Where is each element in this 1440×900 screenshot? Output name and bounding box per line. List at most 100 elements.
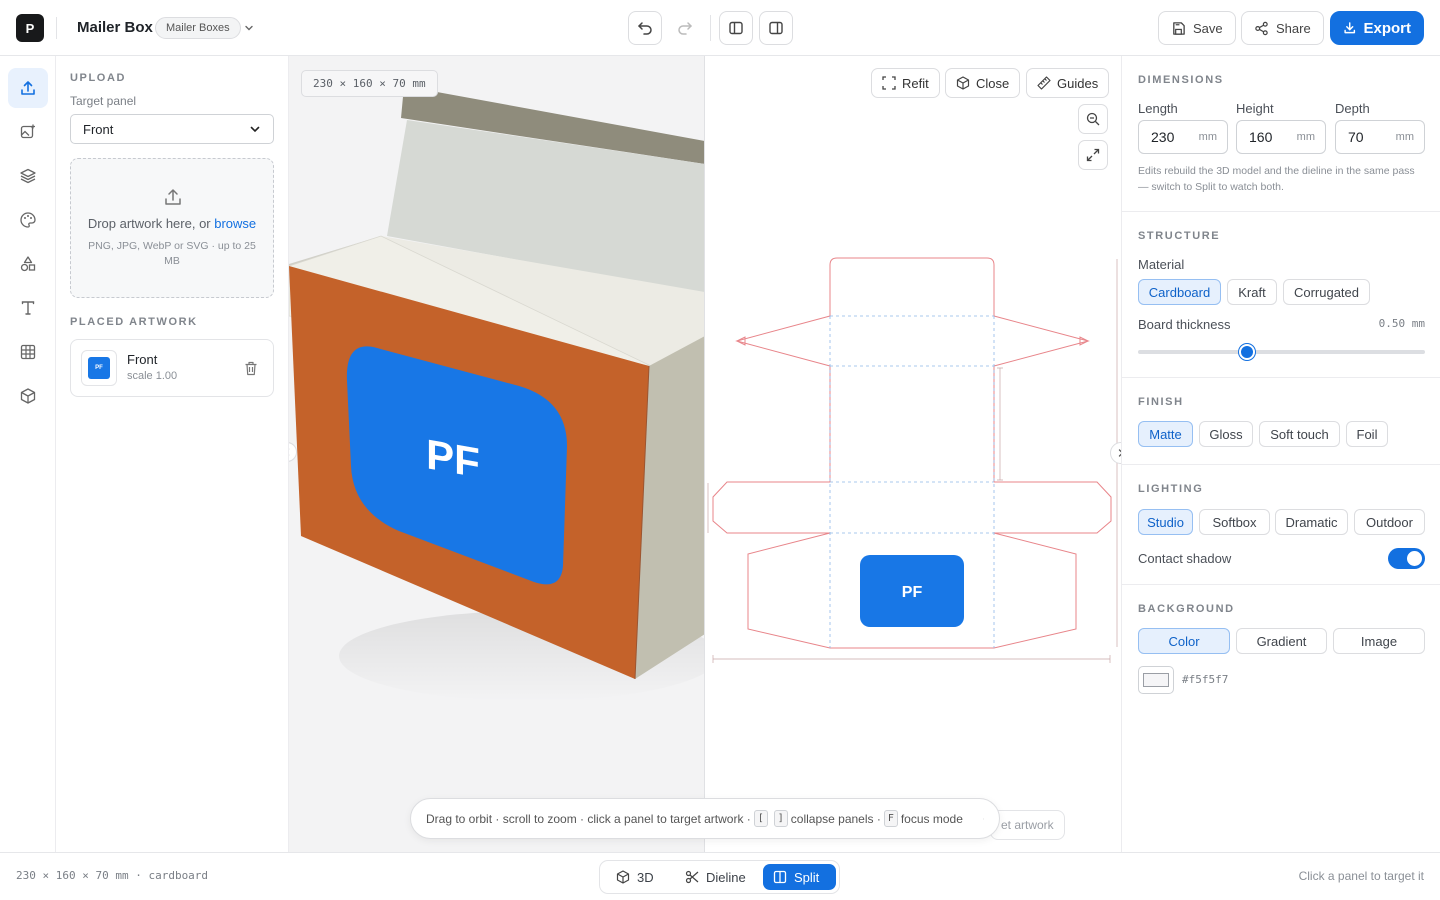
mode-split-label: Split	[794, 869, 820, 885]
box-3d-render[interactable]: PF	[289, 56, 705, 852]
layers-icon	[20, 168, 36, 184]
rail-box[interactable]	[8, 376, 48, 416]
upload-section-title: UPLOAD	[70, 72, 127, 84]
finish-foil[interactable]: Foil	[1346, 421, 1388, 447]
close-icon[interactable]	[983, 814, 984, 824]
hint-text-2: collapse panels ·	[790, 811, 881, 826]
height-value: 160	[1249, 129, 1273, 145]
dimensions-note: Edits rebuild the 3D model and the dieli…	[1138, 165, 1415, 193]
upload-icon	[21, 81, 35, 95]
lighting-title: LIGHTING	[1138, 483, 1204, 495]
viewport-dieline[interactable]: Refit Close Guides PF	[705, 56, 1121, 852]
length-input[interactable]: 230 mm	[1138, 120, 1228, 154]
grid-icon	[20, 344, 36, 360]
rail-grid[interactable]	[8, 332, 48, 372]
finish-section: FINISH Matte Gloss Soft touch Foil	[1122, 378, 1440, 465]
toggle-right-panel-button[interactable]	[759, 11, 793, 45]
length-value: 230	[1151, 129, 1175, 145]
mode-3d-button[interactable]: 3D	[606, 864, 664, 890]
top-bar: P Mailer Box Mailer Boxes Save Share Exp…	[0, 0, 1440, 56]
split-view-icon	[773, 870, 787, 884]
toggle-left-panel-button[interactable]	[719, 11, 753, 45]
finish-matte[interactable]: Matte	[1138, 421, 1193, 447]
contact-shadow-label: Contact shadow	[1138, 551, 1232, 566]
board-thickness-slider[interactable]	[1138, 350, 1425, 354]
finish-title: FINISH	[1138, 396, 1184, 408]
background-image[interactable]: Image	[1333, 628, 1425, 654]
background-color[interactable]: Color	[1138, 628, 1230, 654]
height-label: Height	[1236, 101, 1274, 116]
redo-icon	[678, 22, 692, 35]
mode-dieline-button[interactable]: Dieline	[675, 864, 756, 890]
board-thickness-thumb[interactable]	[1239, 344, 1256, 360]
target-panel-select[interactable]: Front	[70, 114, 274, 144]
undo-icon	[638, 22, 652, 35]
export-button[interactable]: Export	[1330, 11, 1424, 45]
hint-text-1: Drag to orbit · scroll to zoom · click a…	[426, 811, 751, 826]
lighting-dramatic[interactable]: Dramatic	[1275, 509, 1348, 535]
rail-add-image[interactable]	[8, 112, 48, 152]
target-hint: Click a panel to target it	[1298, 869, 1424, 883]
sidebar-right-icon	[769, 21, 783, 35]
board-thickness-value: 0.50 mm	[1378, 317, 1425, 330]
artwork-name: Front	[127, 352, 158, 367]
finish-gloss[interactable]: Gloss	[1199, 421, 1253, 447]
drop-file-hint: PNG, JPG, WebP or SVG · up to 25 MB	[88, 240, 256, 267]
lighting-studio[interactable]: Studio	[1138, 509, 1193, 535]
left-panel: UPLOAD Target panel Front Drop artwork h…	[56, 56, 289, 852]
placed-artwork-item[interactable]: PF Front scale 1.00	[70, 339, 274, 397]
material-corrugated[interactable]: Corrugated	[1283, 279, 1370, 305]
artwork-scale: scale 1.00	[127, 370, 178, 382]
app-logo[interactable]: P	[16, 14, 44, 42]
lighting-softbox[interactable]: Softbox	[1199, 509, 1270, 535]
chevron-down-icon	[250, 126, 260, 133]
bottom-bar: 230 × 160 × 70 mm · cardboard 3D Dieline…	[0, 852, 1440, 900]
depth-value: 70	[1348, 129, 1364, 145]
target-panel-value: Front	[83, 121, 114, 137]
artwork-logo-3d: PF	[426, 430, 480, 486]
board-thickness-label: Board thickness	[1138, 317, 1231, 332]
share-button[interactable]: Share	[1241, 11, 1324, 45]
lighting-outdoor[interactable]: Outdoor	[1354, 509, 1425, 535]
unit-label: mm	[1198, 131, 1217, 143]
artwork-logo-dieline: PF	[902, 584, 923, 601]
background-gradient[interactable]: Gradient	[1236, 628, 1327, 654]
cube-icon	[616, 870, 630, 884]
undo-button[interactable]	[628, 11, 662, 45]
rail-text[interactable]	[8, 288, 48, 328]
unit-label: mm	[1395, 131, 1414, 143]
chevron-left-icon	[289, 448, 290, 456]
upload-icon	[165, 189, 181, 205]
save-button[interactable]: Save	[1158, 11, 1236, 45]
rail-palette[interactable]	[8, 200, 48, 240]
redo-button[interactable]	[668, 11, 702, 45]
trash-icon[interactable]	[244, 361, 258, 376]
key-f: F	[883, 810, 898, 827]
material-cardboard[interactable]: Cardboard	[1138, 279, 1221, 305]
divider	[56, 17, 57, 39]
rail-shapes[interactable]	[8, 244, 48, 284]
height-input[interactable]: 160 mm	[1236, 120, 1326, 154]
finish-soft-touch[interactable]: Soft touch	[1259, 421, 1340, 447]
browse-link[interactable]: browse	[214, 216, 256, 231]
chevron-down-icon[interactable]	[241, 18, 257, 38]
viewport-3d[interactable]: PF 230 × 160 × 70 mm	[289, 56, 705, 852]
contact-shadow-toggle[interactable]	[1388, 548, 1425, 569]
mode-split-button[interactable]: Split	[763, 864, 836, 890]
box-icon	[20, 388, 36, 404]
artwork-dropzone[interactable]: Drop artwork here, or browse PNG, JPG, W…	[70, 158, 274, 298]
mode-3d-label: 3D	[637, 869, 654, 885]
project-title[interactable]: Mailer Box	[77, 19, 153, 36]
background-color-swatch[interactable]	[1138, 666, 1174, 694]
depth-input[interactable]: 70 mm	[1335, 120, 1425, 154]
rail-layers[interactable]	[8, 156, 48, 196]
properties-panel: DIMENSIONS Length Height Depth 230 mm 160…	[1121, 56, 1440, 852]
export-label: Export	[1363, 19, 1411, 37]
background-title: BACKGROUND	[1138, 603, 1235, 615]
dieline-drawing[interactable]: PF	[705, 56, 1121, 852]
material-kraft[interactable]: Kraft	[1227, 279, 1277, 305]
rail-upload[interactable]	[8, 68, 48, 108]
target-artwork-ghost-button[interactable]: et artwork	[990, 810, 1065, 840]
artwork-thumbnail: PF	[81, 350, 117, 386]
length-label: Length	[1138, 101, 1178, 116]
